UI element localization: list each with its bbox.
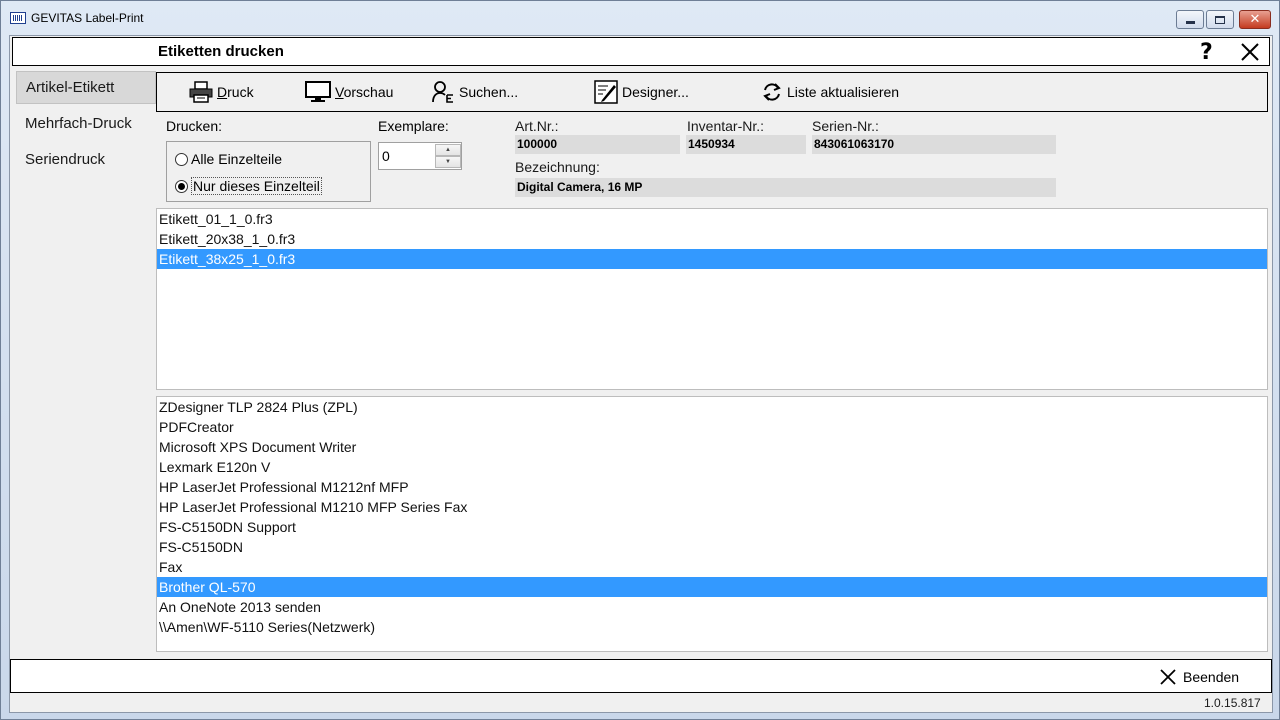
radio-button-selected[interactable]: [175, 179, 188, 193]
search-label: Suchen...: [459, 84, 519, 100]
artnr-label: Art.Nr.:: [515, 118, 559, 134]
serien-label: Serien-Nr.:: [812, 118, 879, 134]
list-item[interactable]: HP LaserJet Professional M1212nf MFP: [157, 477, 1267, 497]
print-label: Druck: [217, 84, 254, 100]
minimize-button[interactable]: [1176, 10, 1204, 29]
preview-button[interactable]: Vorschau: [305, 79, 393, 105]
copies-increment-button[interactable]: ▲: [435, 144, 461, 156]
toolbar: Druck Vorschau Suchen... Designer... Lis…: [156, 72, 1268, 112]
window-close-button[interactable]: ✕: [1239, 10, 1271, 29]
barcode-icon: [10, 12, 26, 24]
window-title: GEVITAS Label-Print: [31, 11, 144, 25]
user-search-icon: [432, 81, 453, 103]
list-item[interactable]: ZDesigner TLP 2824 Plus (ZPL): [157, 397, 1267, 417]
designer-button[interactable]: Designer...: [594, 79, 689, 105]
list-item[interactable]: An OneNote 2013 senden: [157, 597, 1267, 617]
close-x-icon: ✕: [1249, 12, 1261, 27]
list-item[interactable]: Microsoft XPS Document Writer: [157, 437, 1267, 457]
print-scope-label: Drucken:: [166, 118, 223, 134]
exit-label: Beenden: [1183, 669, 1240, 685]
list-item[interactable]: HP LaserJet Professional M1210 MFP Serie…: [157, 497, 1267, 517]
monitor-icon: [305, 81, 331, 102]
maximize-button[interactable]: [1206, 10, 1234, 29]
bezeichnung-label: Bezeichnung:: [515, 159, 600, 175]
radio-this-part[interactable]: Nur dieses Einzelteil: [175, 176, 322, 196]
list-item[interactable]: FS-C5150DN: [157, 537, 1267, 557]
page-header: Etiketten drucken ?: [12, 37, 1270, 66]
refresh-label: Liste aktualisieren: [787, 84, 900, 100]
close-icon[interactable]: [1240, 42, 1260, 62]
print-button[interactable]: Druck: [189, 79, 254, 105]
list-item[interactable]: Lexmark E120n V: [157, 457, 1267, 477]
radio-single-label: Nur dieses Einzelteil: [191, 177, 322, 195]
copies-input[interactable]: [379, 143, 434, 169]
radio-all-label: Alle Einzelteile: [191, 151, 283, 167]
exit-button[interactable]: Beenden: [1159, 666, 1239, 688]
exit-x-icon: [1160, 669, 1176, 685]
copies-stepper: ▲ ▼: [378, 142, 462, 170]
list-item[interactable]: Etikett_20x38_1_0.fr3: [157, 229, 1267, 249]
list-item[interactable]: Etikett_01_1_0.fr3: [157, 209, 1267, 229]
radio-button[interactable]: [175, 152, 188, 166]
list-item[interactable]: \\Amen\WF-5110 Series(Netzwerk): [157, 617, 1267, 637]
radio-all-parts[interactable]: Alle Einzelteile: [175, 149, 282, 169]
help-icon[interactable]: ?: [1200, 40, 1213, 65]
page-title: Etiketten drucken: [158, 43, 284, 60]
inventar-label: Inventar-Nr.:: [687, 118, 765, 134]
sidebar-item-seriendruck[interactable]: Seriendruck: [16, 142, 156, 178]
list-item[interactable]: FS-C5150DN Support: [157, 517, 1267, 537]
refresh-icon: [763, 83, 781, 101]
list-item[interactable]: PDFCreator: [157, 417, 1267, 437]
version-label: 1.0.15.817: [1204, 696, 1261, 710]
label-file-list[interactable]: Etikett_01_1_0.fr3 Etikett_20x38_1_0.fr3…: [156, 208, 1268, 390]
preview-label: Vorschau: [335, 84, 394, 100]
print-scope-group: Alle Einzelteile Nur dieses Einzelteil: [166, 141, 371, 202]
app-window: GEVITAS Label-Print ✕ Etiketten drucken …: [0, 0, 1280, 720]
printer-list[interactable]: ZDesigner TLP 2824 Plus (ZPL) PDFCreator…: [156, 396, 1268, 652]
copies-label: Exemplare:: [378, 118, 449, 134]
sidebar: Artikel-Etikett Mehrfach-Druck Seriendru…: [16, 71, 156, 178]
printer-icon: [189, 81, 213, 103]
designer-label: Designer...: [622, 84, 689, 100]
sidebar-item-artikel-etikett[interactable]: Artikel-Etikett: [16, 71, 156, 104]
serien-value: 843061063170: [812, 135, 1056, 154]
artnr-value: 100000: [515, 135, 680, 154]
title-bar[interactable]: GEVITAS Label-Print ✕: [1, 1, 1279, 35]
minimize-icon: [1185, 21, 1195, 24]
bezeichnung-value: Digital Camera, 16 MP: [515, 178, 1056, 197]
copies-decrement-button[interactable]: ▼: [435, 156, 461, 168]
refresh-list-button[interactable]: Liste aktualisieren: [761, 79, 899, 105]
footer-bar: Beenden: [10, 659, 1272, 693]
client-area: Etiketten drucken ? Artikel-Etikett Mehr…: [9, 35, 1273, 713]
inventar-value: 1450934: [686, 135, 806, 154]
designer-icon: [594, 80, 618, 104]
maximize-icon: [1215, 15, 1225, 24]
search-button[interactable]: Suchen...: [431, 79, 518, 105]
list-item-selected[interactable]: Brother QL-570: [157, 577, 1267, 597]
list-item[interactable]: Fax: [157, 557, 1267, 577]
list-item-selected[interactable]: Etikett_38x25_1_0.fr3: [157, 249, 1267, 269]
sidebar-item-mehrfach-druck[interactable]: Mehrfach-Druck: [16, 106, 156, 142]
